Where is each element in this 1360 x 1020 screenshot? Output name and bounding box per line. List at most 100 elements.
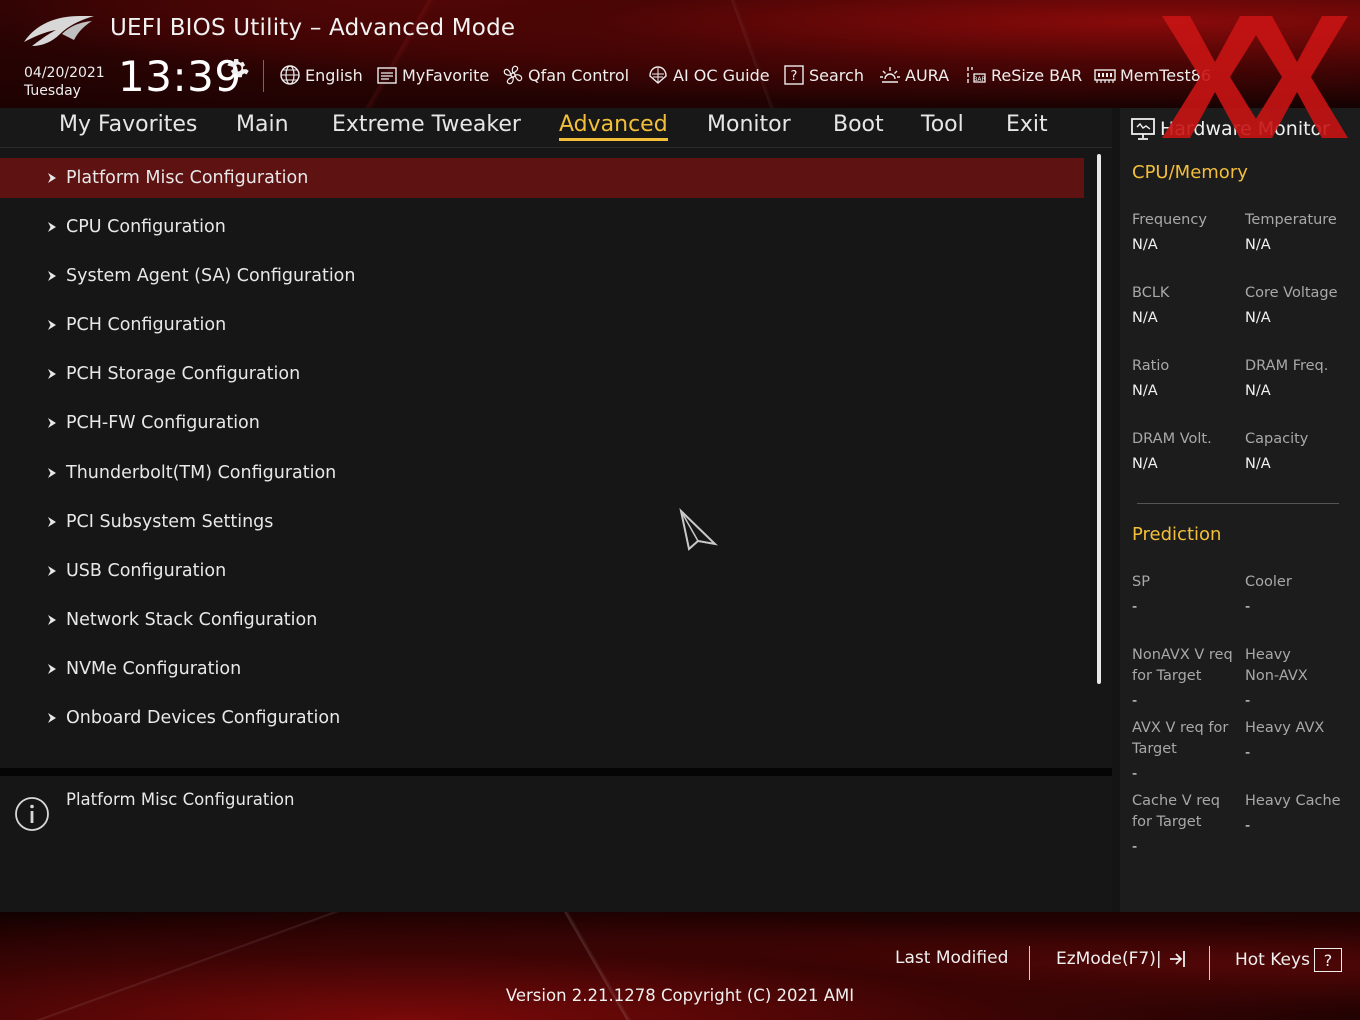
language-button[interactable]: English [279, 62, 363, 88]
hw-label-bclk: BCLK [1132, 285, 1170, 301]
footer-separator [1209, 946, 1210, 980]
date-display: 04/20/2021 [24, 65, 105, 81]
hw-label-nonavx-vreq: NonAVX V req for Target [1132, 647, 1233, 684]
clock-display: 13:39 [118, 52, 242, 101]
memtest-button[interactable]: MemTest86 [1094, 62, 1211, 88]
aura-button[interactable]: AURA [879, 62, 949, 88]
hw-label-capacity: Capacity [1245, 431, 1309, 447]
chevron-right-icon [48, 320, 56, 330]
myfavorite-label: MyFavorite [402, 65, 490, 85]
search-label: Search [809, 65, 864, 85]
menu-item-usb[interactable]: USB Configuration [0, 551, 1084, 591]
menu-item-system-agent[interactable]: System Agent (SA) Configuration [0, 256, 1084, 296]
hw-value-capacity: N/A [1245, 456, 1271, 472]
tab-main[interactable]: Main [236, 112, 289, 137]
tab-bar: My Favorites Main Extreme Tweaker Advanc… [0, 108, 1112, 148]
hw-value-avx-vreq: - [1132, 766, 1138, 782]
menu-item-label: Onboard Devices Configuration [66, 708, 341, 728]
hw-value-dram-volt: N/A [1132, 456, 1158, 472]
ai-oc-guide-label: AI OC Guide [673, 65, 770, 85]
tab-monitor[interactable]: Monitor [707, 112, 791, 137]
monitor-icon [1131, 118, 1155, 140]
chevron-right-icon [48, 418, 56, 428]
aura-icon [880, 67, 900, 83]
rog-logo [24, 16, 94, 46]
qfan-control-button[interactable]: Qfan Control [502, 62, 629, 88]
language-label: English [305, 65, 363, 85]
menu-item-label: Thunderbolt(TM) Configuration [66, 463, 337, 483]
fan-icon [503, 65, 523, 85]
tab-my-favorites[interactable]: My Favorites [59, 112, 197, 137]
myfavorite-button[interactable]: MyFavorite [376, 62, 489, 88]
tab-tool[interactable]: Tool [921, 112, 964, 137]
hardware-monitor-panel: Hardware Monitor CPU/Memory Frequency N/… [1120, 108, 1360, 912]
qfan-control-label: Qfan Control [528, 65, 630, 85]
help-box-icon: ? [1313, 948, 1342, 972]
advanced-menu-list: Platform Misc Configuration CPU Configur… [0, 148, 1112, 768]
hw-section-divider [1137, 503, 1339, 504]
resize-bar-label: ReSize BAR [991, 65, 1083, 85]
memtest-label: MemTest86 [1120, 65, 1212, 85]
svg-text:BAR: BAR [973, 76, 985, 83]
help-panel: Platform Misc Configuration [0, 776, 1112, 912]
menu-item-onboard-devices[interactable]: Onboard Devices Configuration [0, 698, 1084, 738]
memtest-icon [1094, 69, 1116, 83]
hot-keys-button[interactable]: Hot Keys ? [1235, 948, 1342, 972]
ezmode-button[interactable]: EzMode(F7)| [1056, 948, 1188, 970]
version-text: Version 2.21.1278 Copyright (C) 2021 AMI [505, 986, 855, 1005]
hw-value-ratio: N/A [1132, 383, 1158, 399]
chevron-right-icon [48, 173, 56, 183]
chevron-right-icon [48, 517, 56, 527]
hw-label-cooler: Cooler [1245, 574, 1292, 590]
menu-item-pch-fw[interactable]: PCH-FW Configuration [0, 403, 1084, 443]
hw-value-cache-vreq: - [1132, 839, 1138, 855]
hw-value-heavy-nonavx: - [1245, 693, 1251, 709]
favorite-list-icon [377, 67, 397, 84]
hw-value-temperature: N/A [1245, 237, 1271, 253]
hw-value-dram-freq: N/A [1245, 383, 1271, 399]
menu-item-pch-storage[interactable]: PCH Storage Configuration [0, 354, 1084, 394]
footer-separator [1029, 946, 1030, 980]
cpu-memory-section-title: CPU/Memory [1132, 162, 1248, 183]
hw-value-frequency: N/A [1132, 237, 1158, 253]
footer-bar: Last Modified EzMode(F7)| Hot Keys ? Ver… [0, 912, 1360, 1020]
svg-text:?: ? [791, 69, 798, 84]
menu-item-thunderbolt[interactable]: Thunderbolt(TM) Configuration [0, 453, 1084, 493]
ai-oc-guide-button[interactable]: AI OC Guide [647, 62, 770, 88]
hw-value-sp: - [1132, 599, 1138, 615]
menu-item-label: PCH-FW Configuration [66, 413, 260, 433]
tab-extreme-tweaker[interactable]: Extreme Tweaker [332, 112, 521, 137]
app-title: UEFI BIOS Utility – Advanced Mode [110, 15, 516, 41]
menu-scrollbar[interactable] [1097, 154, 1101, 684]
help-description: Platform Misc Configuration [66, 790, 295, 809]
hardware-monitor-title: Hardware Monitor [1160, 118, 1330, 140]
menu-item-nvme[interactable]: NVMe Configuration [0, 649, 1084, 689]
mouse-cursor-icon [679, 508, 718, 551]
search-button[interactable]: ? Search [783, 62, 864, 88]
header-separator [263, 60, 264, 92]
ai-guide-icon [649, 66, 667, 84]
hw-label-heavy-nonavx: Heavy Non-AVX [1245, 647, 1308, 684]
info-icon [15, 797, 49, 831]
tab-advanced[interactable]: Advanced [559, 112, 668, 141]
tab-boot[interactable]: Boot [833, 112, 884, 137]
resize-bar-button[interactable]: BAR ReSize BAR [965, 62, 1082, 88]
hw-label-ratio: Ratio [1132, 358, 1170, 374]
menu-item-label: System Agent (SA) Configuration [66, 266, 356, 286]
menu-item-label: NVMe Configuration [66, 659, 242, 679]
chevron-right-icon [48, 271, 56, 281]
tab-exit[interactable]: Exit [1006, 112, 1048, 137]
gear-icon[interactable] [226, 56, 250, 80]
menu-item-label: Platform Misc Configuration [66, 168, 309, 188]
menu-item-label: CPU Configuration [66, 217, 226, 237]
menu-item-platform-misc[interactable]: Platform Misc Configuration [0, 158, 1084, 198]
menu-item-label: PCH Configuration [66, 315, 227, 335]
resize-bar-icon: BAR [967, 67, 986, 83]
menu-item-label: PCI Subsystem Settings [66, 512, 274, 532]
menu-item-pci-subsystem[interactable]: PCI Subsystem Settings [0, 502, 1084, 542]
menu-item-network-stack[interactable]: Network Stack Configuration [0, 600, 1084, 640]
chevron-right-icon [48, 468, 56, 478]
menu-item-cpu[interactable]: CPU Configuration [0, 207, 1084, 247]
menu-item-pch[interactable]: PCH Configuration [0, 305, 1084, 345]
last-modified-button[interactable]: Last Modified [895, 948, 1008, 968]
